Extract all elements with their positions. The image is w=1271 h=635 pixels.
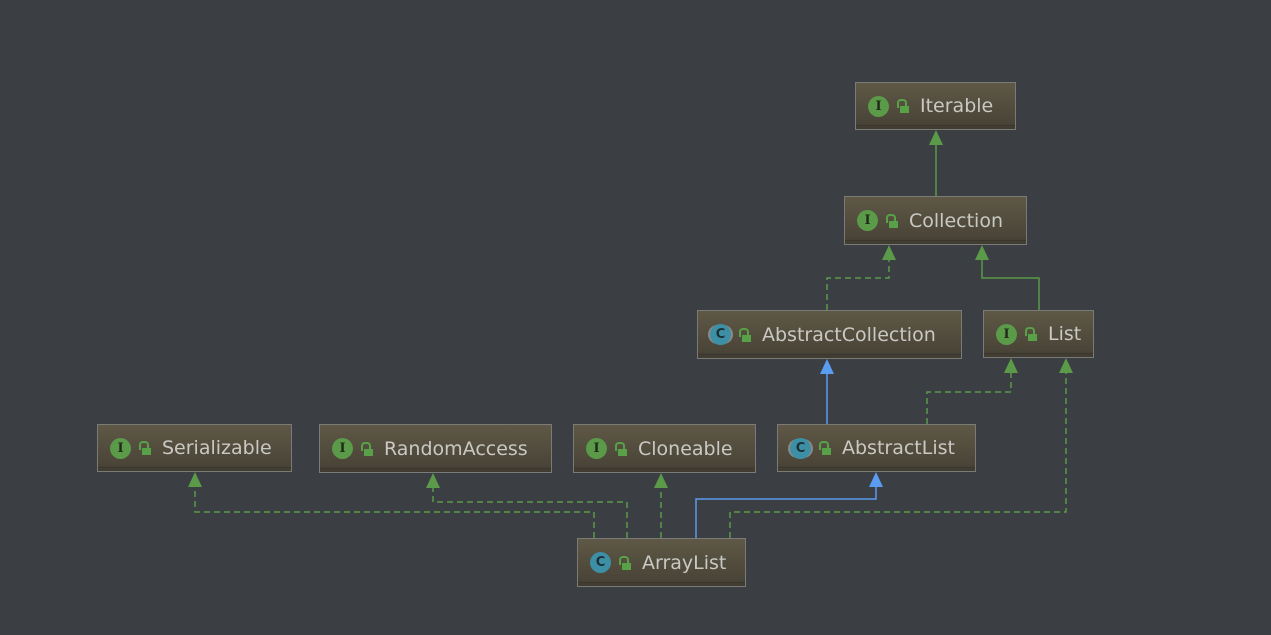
node-array-list[interactable]: C ArrayList bbox=[577, 538, 746, 587]
node-label: Iterable bbox=[920, 95, 994, 117]
edge-list-collection bbox=[981, 259, 1040, 310]
node-label: Serializable bbox=[162, 437, 272, 459]
node-label: AbstractCollection bbox=[762, 323, 936, 346]
arrowhead bbox=[1059, 358, 1073, 373]
node-label: Cloneable bbox=[638, 437, 733, 460]
abstract-class-icon: C bbox=[790, 437, 811, 459]
interface-icon: I bbox=[332, 438, 353, 459]
interface-icon: I bbox=[996, 323, 1017, 345]
edge-abstractcollection-collection bbox=[826, 259, 890, 310]
node-list[interactable]: I List bbox=[983, 310, 1094, 358]
public-access-icon bbox=[886, 213, 898, 228]
interface-icon: I bbox=[586, 438, 607, 459]
arrowhead bbox=[882, 245, 896, 260]
public-access-icon bbox=[739, 327, 751, 342]
node-abstract-collection[interactable]: C AbstractCollection bbox=[697, 310, 962, 359]
node-serializable[interactable]: I Serializable bbox=[97, 424, 292, 472]
interface-icon: I bbox=[868, 95, 889, 117]
arrowhead bbox=[426, 473, 440, 488]
arrowhead bbox=[188, 472, 202, 487]
node-collection[interactable]: I Collection bbox=[844, 196, 1027, 245]
public-access-icon bbox=[615, 441, 627, 456]
node-label: RandomAccess bbox=[384, 437, 528, 460]
edge-abstractlist-list bbox=[926, 372, 1012, 424]
abstract-class-icon: C bbox=[710, 324, 731, 345]
node-random-access[interactable]: I RandomAccess bbox=[319, 424, 552, 473]
arrowhead bbox=[929, 130, 943, 145]
arrowhead bbox=[820, 359, 834, 374]
arrowhead bbox=[869, 472, 883, 487]
node-label: Collection bbox=[909, 209, 1003, 232]
public-access-icon bbox=[1025, 327, 1037, 341]
node-label: AbstractList bbox=[842, 437, 955, 459]
class-icon: C bbox=[590, 552, 611, 573]
node-cloneable[interactable]: I Cloneable bbox=[573, 424, 756, 473]
node-iterable[interactable]: I Iterable bbox=[855, 82, 1016, 130]
interface-icon: I bbox=[857, 210, 878, 231]
public-access-icon bbox=[139, 441, 151, 455]
public-access-icon bbox=[819, 441, 831, 455]
arrowhead bbox=[975, 245, 989, 260]
public-access-icon bbox=[897, 99, 909, 113]
arrowhead bbox=[1004, 358, 1018, 373]
arrowhead bbox=[654, 473, 668, 488]
public-access-icon bbox=[619, 555, 631, 570]
node-label: ArrayList bbox=[642, 551, 727, 574]
public-access-icon bbox=[361, 441, 373, 456]
edge-arraylist-serializable bbox=[194, 486, 595, 538]
node-abstract-list[interactable]: C AbstractList bbox=[777, 424, 976, 472]
node-label: List bbox=[1048, 323, 1082, 345]
interface-icon: I bbox=[110, 437, 131, 459]
